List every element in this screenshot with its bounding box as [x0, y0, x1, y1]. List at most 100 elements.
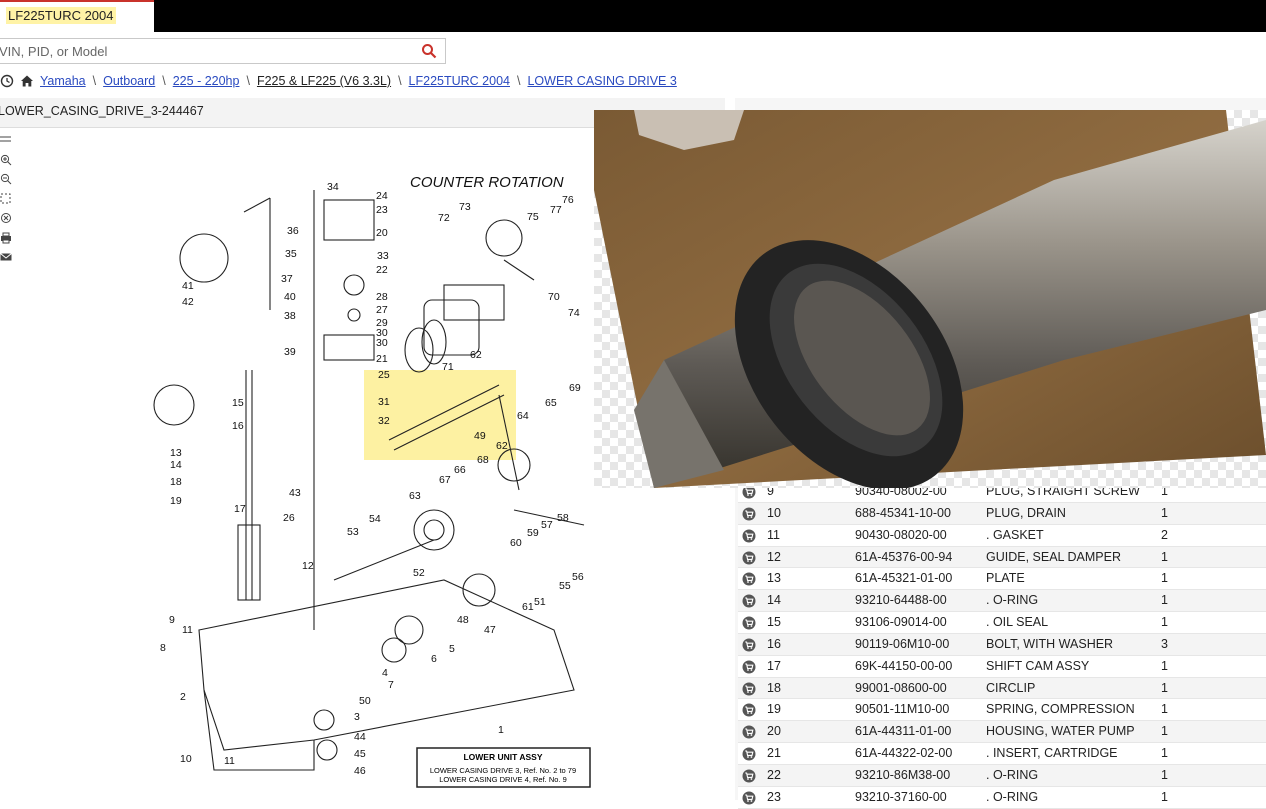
diagram-callout[interactable]: 59: [527, 527, 539, 539]
part-number[interactable]: 93106-09014-00: [855, 615, 947, 629]
search-icon[interactable]: [421, 43, 437, 59]
diagram-callout[interactable]: 14: [170, 459, 182, 471]
diagram-callout[interactable]: 4: [382, 667, 388, 679]
print-icon[interactable]: [0, 232, 12, 244]
diagram-callout[interactable]: 70: [548, 291, 560, 303]
diagram-callout[interactable]: 47: [484, 624, 496, 636]
breadcrumb-section[interactable]: LOWER CASING DRIVE 3: [527, 74, 676, 88]
breadcrumb-engine[interactable]: F225 & LF225 (V6 3.3L): [257, 74, 391, 88]
cart-icon[interactable]: [742, 747, 756, 761]
breadcrumb-model[interactable]: LF225TURC 2004: [409, 74, 510, 88]
diagram-callout[interactable]: 72: [438, 212, 450, 224]
table-row[interactable]: 17 69K-44150-00-00 SHIFT CAM ASSY 1: [738, 655, 1266, 678]
diagram-callout[interactable]: 37: [281, 273, 293, 285]
table-row[interactable]: 16 90119-06M10-00 BOLT, WITH WASHER 3: [738, 633, 1266, 656]
cart-icon[interactable]: [742, 616, 756, 630]
diagram-callout[interactable]: 64: [517, 410, 529, 422]
breadcrumb-hp-range[interactable]: 225 - 220hp: [173, 74, 240, 88]
fit-icon[interactable]: [0, 193, 12, 205]
diagram-callout[interactable]: 74: [568, 307, 580, 319]
part-number[interactable]: 90119-06M10-00: [855, 637, 949, 651]
part-number[interactable]: 99001-08600-00: [855, 681, 947, 695]
diagram-callout[interactable]: 68: [477, 454, 489, 466]
diagram-callout[interactable]: 42: [182, 296, 194, 308]
diagram-callout[interactable]: 23: [376, 204, 388, 216]
diagram-callout[interactable]: 26: [283, 512, 295, 524]
diagram-callout[interactable]: 73: [459, 201, 471, 213]
diagram-callout[interactable]: 53: [347, 526, 359, 538]
diagram-callout[interactable]: 16: [232, 420, 244, 432]
diagram-callout[interactable]: 11: [224, 755, 235, 767]
diagram-callout[interactable]: 31: [378, 396, 390, 408]
part-number[interactable]: 61A-45376-00-94: [855, 550, 952, 564]
cart-icon[interactable]: [742, 594, 756, 608]
cart-icon[interactable]: [742, 725, 756, 739]
diagram-callout[interactable]: 43: [289, 487, 301, 499]
diagram-callout[interactable]: 65: [545, 397, 557, 409]
menu-icon[interactable]: [0, 134, 12, 146]
diagram-callout[interactable]: 41: [182, 280, 194, 292]
diagram-callout[interactable]: 5: [449, 643, 455, 655]
diagram-callout[interactable]: 30: [376, 327, 388, 339]
diagram-callout[interactable]: 27: [376, 304, 388, 316]
diagram-callout[interactable]: 48: [457, 614, 469, 626]
part-number[interactable]: 93210-64488-00: [855, 593, 947, 607]
part-number[interactable]: 69K-44150-00-00: [855, 659, 952, 673]
diagram-callout[interactable]: 54: [369, 513, 381, 525]
zoom-in-icon[interactable]: [0, 154, 12, 166]
diagram-callout[interactable]: 44: [354, 731, 366, 743]
diagram-callout[interactable]: 28: [376, 291, 388, 303]
diagram-callout[interactable]: 55: [559, 580, 571, 592]
diagram-callout[interactable]: 25: [378, 369, 390, 381]
table-row[interactable]: 10 688-45341-10-00 PLUG, DRAIN 1: [738, 502, 1266, 525]
cart-icon[interactable]: [742, 769, 756, 783]
diagram-callout[interactable]: 18: [170, 476, 182, 488]
diagram-callout[interactable]: 7: [388, 679, 394, 691]
home-icon[interactable]: [20, 74, 34, 88]
diagram-callout[interactable]: 1: [498, 724, 504, 736]
cart-icon[interactable]: [742, 551, 756, 565]
cart-icon[interactable]: [742, 791, 756, 805]
diagram-callout[interactable]: 15: [232, 397, 244, 409]
breadcrumb-yamaha[interactable]: Yamaha: [40, 74, 86, 88]
diagram-callout[interactable]: 77: [550, 204, 562, 216]
diagram-callout[interactable]: 38: [284, 310, 296, 322]
table-row[interactable]: 21 61A-44322-02-00 . INSERT, CARTRIDGE 1: [738, 743, 1266, 765]
cart-icon[interactable]: [742, 638, 756, 652]
reset-icon[interactable]: [0, 212, 12, 224]
diagram-callout[interactable]: 21: [376, 353, 388, 365]
diagram-callout[interactable]: 35: [285, 248, 297, 260]
diagram-callout[interactable]: 24: [376, 190, 388, 202]
diagram-callout[interactable]: 2: [180, 691, 186, 703]
table-row[interactable]: 13 61A-45321-01-00 PLATE 1: [738, 568, 1266, 591]
diagram-callout[interactable]: 76: [562, 194, 574, 206]
diagram-callout[interactable]: 66: [454, 464, 466, 476]
diagram-callout[interactable]: 17: [234, 503, 246, 515]
cart-icon[interactable]: [742, 703, 756, 717]
table-row[interactable]: 22 93210-86M38-00 . O-RING 1: [738, 764, 1266, 787]
diagram-callout[interactable]: 71: [442, 361, 454, 373]
diagram-callout[interactable]: 57: [541, 519, 553, 531]
diagram-callout[interactable]: 12: [302, 560, 314, 572]
diagram-callout[interactable]: 39: [284, 346, 296, 358]
diagram-callout[interactable]: 13: [170, 447, 182, 459]
table-row[interactable]: 23 93210-37160-00 . O-RING 1: [738, 786, 1266, 809]
search-input[interactable]: [0, 39, 409, 63]
diagram-callout[interactable]: 32: [378, 415, 390, 427]
diagram-callout[interactable]: 62: [496, 440, 508, 452]
diagram-callout[interactable]: 11: [182, 624, 193, 636]
part-number[interactable]: 90430-08020-00: [855, 528, 947, 542]
diagram-callout[interactable]: 60: [510, 537, 522, 549]
cart-icon[interactable]: [742, 572, 756, 586]
diagram-callout[interactable]: 58: [557, 512, 569, 524]
diagram-callout[interactable]: 22: [376, 264, 388, 276]
part-number[interactable]: 688-45341-10-00: [855, 506, 951, 520]
table-row[interactable]: 12 61A-45376-00-94 GUIDE, SEAL DAMPER 1: [738, 546, 1266, 569]
table-row[interactable]: 11 90430-08020-00 . GASKET 2: [738, 524, 1266, 547]
diagram-callout[interactable]: 67: [439, 474, 451, 486]
diagram-callout[interactable]: 61: [522, 601, 534, 613]
diagram-callout[interactable]: 52: [413, 567, 425, 579]
table-row[interactable]: 20 61A-44311-01-00 HOUSING, WATER PUMP 1: [738, 721, 1266, 744]
diagram-callout[interactable]: 40: [284, 291, 296, 303]
tab-model[interactable]: LF225TURC 2004: [0, 0, 154, 32]
